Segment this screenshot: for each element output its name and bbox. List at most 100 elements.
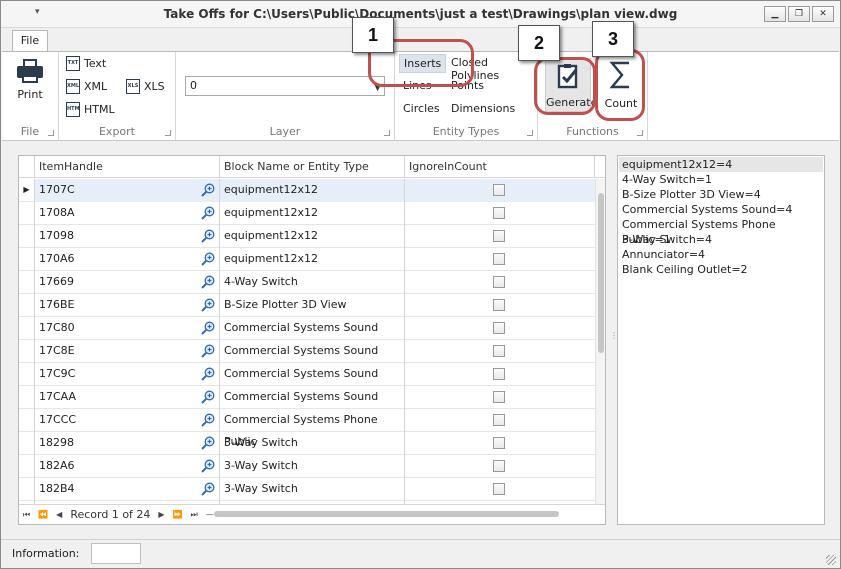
prev-page-icon[interactable]: ⏪	[38, 510, 48, 519]
group-launcher-icon[interactable]	[165, 130, 171, 136]
group-launcher-icon[interactable]	[527, 130, 533, 136]
table-row[interactable]: 17C80 Commercial Systems Sound	[19, 317, 595, 340]
table-row[interactable]: 18298 3-Way Switch	[19, 432, 595, 455]
zoom-to-icon[interactable]	[201, 229, 215, 243]
block-name-cell[interactable]: Commercial Systems Sound	[220, 340, 405, 363]
table-row[interactable]: 1708A equipment12x12	[19, 202, 595, 225]
zoom-to-icon[interactable]	[201, 252, 215, 266]
ignore-in-count-checkbox[interactable]	[493, 483, 505, 495]
ignore-in-count-checkbox[interactable]	[493, 299, 505, 311]
layer-combo[interactable]: 0 ▼	[185, 76, 385, 96]
block-name-cell[interactable]: equipment12x12	[220, 202, 405, 225]
zoom-to-icon[interactable]	[201, 413, 215, 427]
zoom-to-icon[interactable]	[201, 390, 215, 404]
item-handle-cell[interactable]: 170A6	[35, 248, 220, 271]
export-xml-button[interactable]: XML XML	[66, 79, 107, 94]
table-row[interactable]: 17CCC Commercial Systems Phone Public	[19, 409, 595, 448]
ignore-in-count-checkbox[interactable]	[493, 460, 505, 472]
block-name-cell[interactable]: Commercial Systems Sound	[220, 386, 405, 409]
next-record-icon[interactable]: ▶	[158, 510, 164, 519]
block-name-cell[interactable]: Commercial Systems Sound	[220, 363, 405, 386]
table-row[interactable]: 17098 equipment12x12	[19, 225, 595, 248]
zoom-to-icon[interactable]	[201, 206, 215, 220]
ignore-in-count-checkbox[interactable]	[493, 253, 505, 265]
item-handle-cell[interactable]: 17C8E	[35, 340, 220, 363]
item-handle-cell[interactable]: 1708A	[35, 202, 220, 225]
item-handle-cell[interactable]: 182A6	[35, 455, 220, 478]
zoom-to-icon[interactable]	[201, 459, 215, 473]
zoom-to-icon[interactable]	[201, 321, 215, 335]
last-record-icon[interactable]: ⏭	[191, 510, 198, 520]
table-row[interactable]: 182A6 3-Way Switch	[19, 455, 595, 478]
table-row[interactable]: 17C8E Commercial Systems Sound	[19, 340, 595, 363]
table-row[interactable]: ▶ 1707C equipment12x12	[19, 179, 595, 202]
group-launcher-icon[interactable]	[637, 130, 643, 136]
summary-item[interactable]: 4-Way Switch=1	[619, 172, 823, 187]
ignore-in-count-checkbox[interactable]	[493, 437, 505, 449]
item-handle-cell[interactable]: 17669	[35, 271, 220, 294]
block-name-cell[interactable]: 3-Way Switch	[220, 455, 405, 478]
block-name-cell[interactable]: 4-Way Switch	[220, 271, 405, 294]
zoom-to-icon[interactable]	[201, 482, 215, 496]
zoom-to-icon[interactable]	[201, 344, 215, 358]
ignore-in-count-checkbox[interactable]	[493, 322, 505, 334]
ignore-in-count-checkbox[interactable]	[493, 184, 505, 196]
table-row[interactable]: 17CAA Commercial Systems Sound	[19, 386, 595, 409]
table-row[interactable]: 170A6 equipment12x12	[19, 248, 595, 271]
horizontal-scroll-thumb[interactable]	[214, 511, 559, 517]
delete-record-icon[interactable]: —	[206, 510, 214, 519]
zoom-to-icon[interactable]	[201, 436, 215, 450]
summary-item[interactable]: Commercial Systems Phone Public=1	[619, 217, 823, 246]
resize-grip-icon[interactable]	[826, 555, 836, 565]
export-text-button[interactable]: TXT Text	[66, 56, 106, 71]
summary-item[interactable]: Commercial Systems Sound=4	[619, 202, 823, 217]
first-record-icon[interactable]: ⏮	[23, 510, 30, 520]
dimensions-button[interactable]: Dimensions	[447, 100, 519, 117]
item-handle-cell[interactable]: 17C9C	[35, 363, 220, 386]
next-page-icon[interactable]: ⏩	[173, 510, 183, 519]
tab-file[interactable]: File	[12, 30, 48, 53]
block-name-cell[interactable]: equipment12x12	[220, 179, 405, 202]
block-name-cell[interactable]: Commercial Systems Phone Public	[220, 409, 405, 448]
summary-item[interactable]: B-Size Plotter 3D View=4	[619, 187, 823, 202]
zoom-to-icon[interactable]	[201, 183, 215, 197]
block-name-cell[interactable]: Commercial Systems Sound	[220, 317, 405, 340]
minimize-button[interactable]: ▁	[764, 6, 786, 22]
group-launcher-icon[interactable]	[384, 130, 390, 136]
item-handle-cell[interactable]: 17CAA	[35, 386, 220, 409]
prev-record-icon[interactable]: ◀	[56, 510, 62, 519]
close-button[interactable]: ✕	[812, 6, 834, 22]
zoom-to-icon[interactable]	[201, 367, 215, 381]
export-xls-button[interactable]: XLS XLS	[126, 79, 165, 94]
item-handle-cell[interactable]: 1707C	[35, 179, 220, 202]
print-button[interactable]: Print	[12, 58, 48, 101]
zoom-to-icon[interactable]	[201, 298, 215, 312]
column-header-itemhandle[interactable]: ItemHandle	[35, 156, 220, 178]
table-row[interactable]: 176BE B-Size Plotter 3D View	[19, 294, 595, 317]
circles-button[interactable]: Circles	[399, 100, 444, 117]
zoom-to-icon[interactable]	[201, 275, 215, 289]
vertical-scroll-thumb[interactable]	[598, 193, 604, 353]
block-name-cell[interactable]: B-Size Plotter 3D View	[220, 294, 405, 317]
ignore-in-count-checkbox[interactable]	[493, 207, 505, 219]
column-header-block-name[interactable]: Block Name or Entity Type	[220, 156, 405, 178]
block-name-cell[interactable]: equipment12x12	[220, 225, 405, 248]
ignore-in-count-checkbox[interactable]	[493, 391, 505, 403]
item-handle-cell[interactable]: 176BE	[35, 294, 220, 317]
summary-item[interactable]: Annunciator=4	[619, 247, 823, 262]
block-name-cell[interactable]: 3-Way Switch	[220, 478, 405, 501]
vertical-scrollbar[interactable]	[595, 179, 605, 506]
table-row[interactable]: 17669 4-Way Switch	[19, 271, 595, 294]
table-row[interactable]: 182B4 3-Way Switch	[19, 478, 595, 501]
ignore-in-count-checkbox[interactable]	[493, 276, 505, 288]
item-handle-cell[interactable]: 17CCC	[35, 409, 220, 432]
export-html-button[interactable]: HTM HTML	[66, 102, 115, 117]
horizontal-scrollbar[interactable]	[214, 508, 589, 520]
block-name-cell[interactable]: 3-Way Switch	[220, 432, 405, 455]
summary-item[interactable]: 3-Way Switch=4	[619, 232, 823, 247]
summary-item[interactable]: Blank Ceiling Outlet=2	[619, 262, 823, 277]
ignore-in-count-checkbox[interactable]	[493, 345, 505, 357]
item-handle-cell[interactable]: 17098	[35, 225, 220, 248]
group-launcher-icon[interactable]	[48, 130, 54, 136]
ignore-in-count-checkbox[interactable]	[493, 230, 505, 242]
